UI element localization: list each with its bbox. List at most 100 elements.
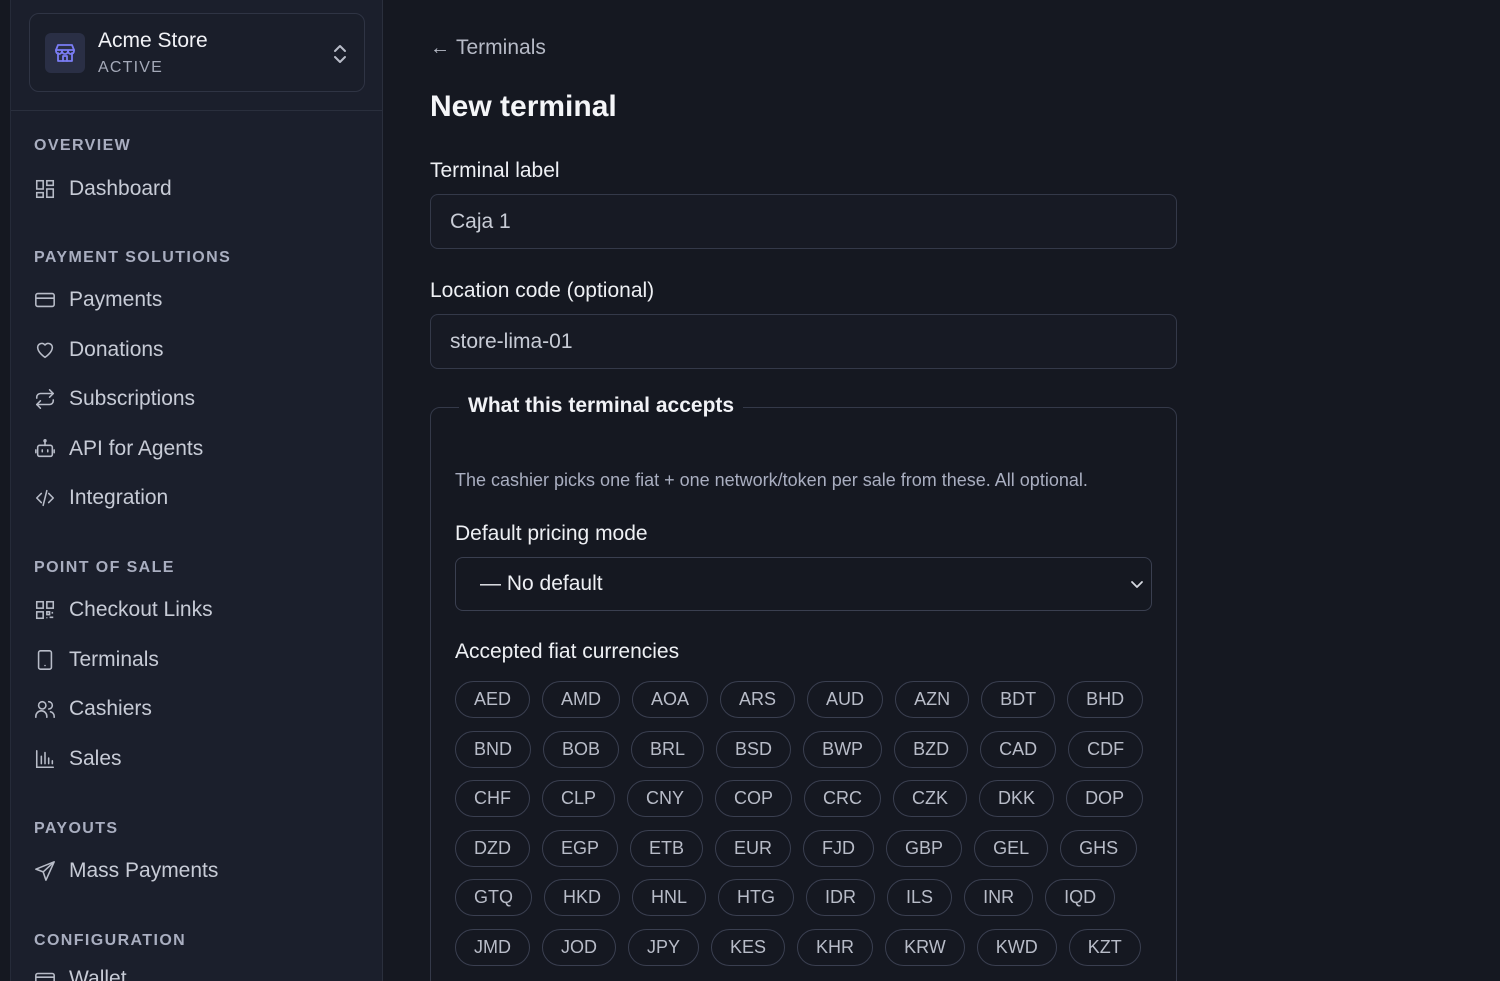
sidebar-item-checkout-links[interactable]: Checkout Links (34, 594, 213, 626)
sidebar-item-donations[interactable]: Donations (34, 334, 164, 366)
currency-chip[interactable]: BSD (716, 731, 792, 768)
tablet-icon (34, 649, 56, 671)
sidebar-item-payments[interactable]: Payments (34, 284, 162, 316)
currency-chip-row: JMD JOD JPY KES KHR KRW KWD KZT (455, 929, 1141, 966)
currency-chip[interactable]: ETB (630, 830, 704, 867)
sidebar-item-integration[interactable]: Integration (34, 482, 168, 514)
currency-chip[interactable]: ILS (887, 879, 953, 916)
chevron-down-icon (1131, 581, 1143, 588)
currency-chip[interactable]: AED (455, 681, 531, 718)
sidebar-item-label: Payments (69, 288, 163, 311)
currency-chip[interactable]: DOP (1066, 780, 1144, 817)
currency-chip[interactable]: HTG (718, 879, 795, 916)
currency-chip[interactable]: IQD (1045, 879, 1116, 916)
currency-chip[interactable]: BHD (1067, 681, 1144, 718)
currency-chip[interactable]: CDF (1068, 731, 1144, 768)
currency-chip[interactable]: KES (711, 929, 786, 966)
main-content: ← Terminals New terminal Terminal label … (383, 0, 1500, 981)
sidebar-item-api-for-agents[interactable]: API for Agents (34, 433, 203, 465)
currency-chip[interactable]: GBP (886, 830, 963, 867)
currency-chip[interactable]: DKK (979, 780, 1055, 817)
sidebar-item-label: API for Agents (69, 437, 204, 460)
section-title-payment-solutions: PAYMENT SOLUTIONS (34, 249, 232, 266)
terminal-label-label: Terminal label (430, 159, 560, 182)
currency-chip[interactable]: GEL (974, 830, 1049, 867)
currency-chip[interactable]: CLP (542, 780, 616, 817)
back-link[interactable]: ← Terminals (430, 36, 546, 60)
currency-chip[interactable]: ARS (720, 681, 796, 718)
location-code-input[interactable] (430, 314, 1177, 369)
currency-chip[interactable]: AZN (895, 681, 970, 718)
store-switcher[interactable]: Acme Store ACTIVE (29, 13, 365, 92)
currency-chip[interactable]: BRL (631, 731, 705, 768)
currency-chip[interactable]: EGP (542, 830, 619, 867)
currency-chip[interactable]: BDT (981, 681, 1056, 718)
sidebar-item-label: Sales (69, 747, 122, 770)
sidebar-item-label: Wallet (69, 967, 127, 981)
back-link-label: Terminals (456, 36, 546, 59)
sidebar-item-label: Cashiers (69, 697, 152, 720)
sidebar-item-label: Dashboard (69, 177, 172, 200)
sidebar-item-dashboard[interactable]: Dashboard (34, 173, 172, 205)
currency-chip[interactable]: HNL (632, 879, 707, 916)
section-title-configuration: CONFIGURATION (34, 932, 187, 949)
sidebar-item-mass-payments[interactable]: Mass Payments (34, 855, 218, 887)
currency-chip[interactable]: JOD (542, 929, 616, 966)
currency-chip[interactable]: CNY (627, 780, 704, 817)
sidebar-item-wallet[interactable]: Wallet (34, 963, 127, 981)
fiat-currencies-label: Accepted fiat currencies (455, 640, 680, 663)
currency-chip[interactable]: BND (455, 731, 532, 768)
store-status: ACTIVE (98, 59, 163, 76)
accepts-legend: What this terminal accepts (459, 394, 744, 418)
currency-chip[interactable]: INR (964, 879, 1034, 916)
currency-chip[interactable]: BWP (803, 731, 883, 768)
sidebar-item-subscriptions[interactable]: Subscriptions (34, 383, 195, 415)
currency-chip[interactable]: JPY (628, 929, 700, 966)
currency-chip[interactable]: AUD (807, 681, 884, 718)
currency-chip-row: GTQ HKD HNL HTG IDR ILS INR IQD (455, 879, 1116, 916)
currency-chip[interactable]: CRC (804, 780, 882, 817)
currency-chip[interactable]: CHF (455, 780, 530, 817)
terminal-label-input[interactable] (430, 194, 1177, 249)
repeat-icon (34, 388, 56, 410)
sidebar-item-label: Terminals (69, 648, 159, 671)
currency-chip-row: DZD EGP ETB EUR FJD GBP GEL GHS (455, 830, 1138, 867)
sidebar-item-label: Subscriptions (69, 387, 196, 410)
currency-chip[interactable]: CZK (893, 780, 968, 817)
qr-code-icon (34, 599, 56, 621)
sidebar-item-cashiers[interactable]: Cashiers (34, 693, 152, 725)
wallet-icon (34, 968, 56, 981)
code-icon (34, 487, 56, 509)
sidebar-item-label: Checkout Links (69, 598, 213, 621)
currency-chip[interactable]: JMD (455, 929, 530, 966)
sidebar-item-sales[interactable]: Sales (34, 743, 122, 775)
page-title: New terminal (430, 90, 617, 123)
currency-chip[interactable]: COP (715, 780, 793, 817)
currency-chip[interactable]: GHS (1060, 830, 1138, 867)
currency-chip[interactable]: KHR (797, 929, 874, 966)
users-icon (34, 698, 56, 720)
location-code-label: Location code (optional) (430, 279, 655, 302)
pricing-mode-select[interactable]: — No default (455, 557, 1152, 611)
bar-chart-icon (34, 748, 56, 770)
currency-chip[interactable]: KZT (1068, 929, 1141, 966)
credit-card-icon (34, 289, 56, 311)
currency-chip[interactable]: EUR (715, 830, 792, 867)
currency-chip[interactable]: AOA (632, 681, 709, 718)
currency-chip[interactable]: GTQ (455, 879, 532, 916)
currency-chip[interactable]: FJD (803, 830, 875, 867)
currency-chip[interactable]: HKD (544, 879, 621, 916)
robot-icon (34, 438, 56, 460)
sidebar-item-label: Integration (69, 486, 169, 509)
sidebar-item-terminals[interactable]: Terminals (34, 644, 159, 676)
currency-chip[interactable]: IDR (806, 879, 876, 916)
currency-chip[interactable]: KRW (885, 929, 965, 966)
currency-chip[interactable]: CAD (980, 731, 1057, 768)
currency-chip[interactable]: DZD (455, 830, 530, 867)
currency-chip[interactable]: AMD (542, 681, 621, 718)
currency-chip[interactable]: KWD (976, 929, 1057, 966)
currency-chip[interactable]: BZD (894, 731, 969, 768)
store-name: Acme Store (98, 29, 208, 52)
accepts-description: The cashier picks one fiat + one network… (455, 470, 1088, 490)
currency-chip[interactable]: BOB (543, 731, 620, 768)
